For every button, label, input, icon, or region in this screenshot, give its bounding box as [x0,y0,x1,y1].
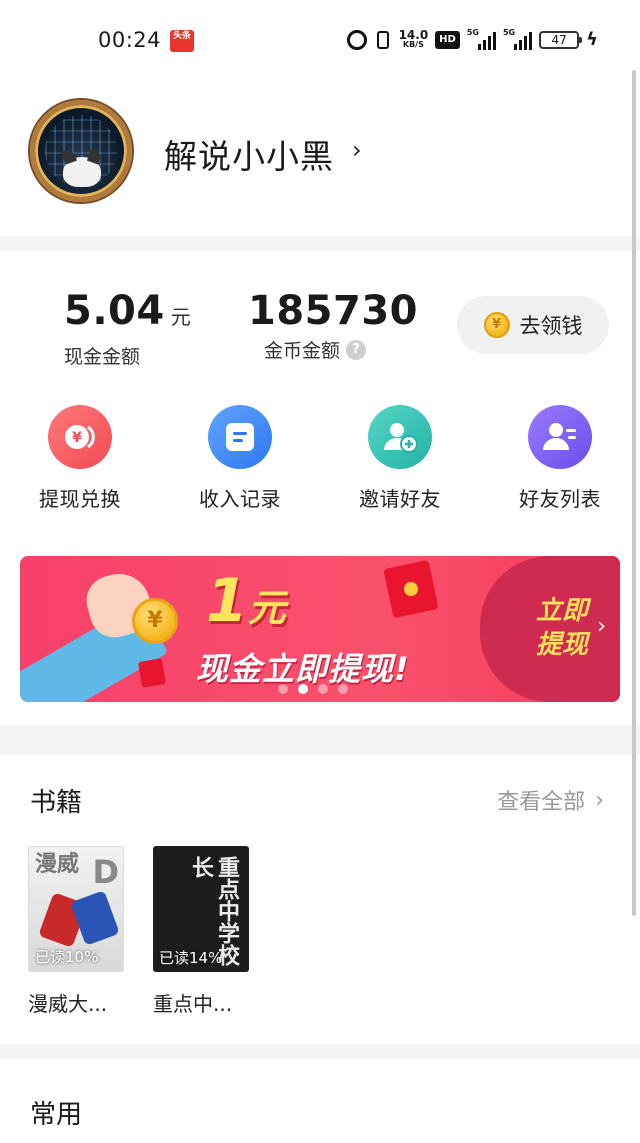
cash-value: 5.04 [64,288,165,334]
net-speed-value: 14.0 [398,28,429,42]
banner-amount-unit: 元 [247,586,286,630]
section-title: 书籍 [30,788,83,818]
help-icon[interactable]: ? [346,339,367,360]
quick-actions: ¥ 提现兑换 收入记录 邀请好友 好友列表 [0,405,640,515]
vibrate-icon [374,29,392,51]
banner-coin-icon: ¥ [132,598,178,644]
hd-voice-icon: HD [435,31,460,49]
action-invite-friends[interactable]: 邀请好友 [330,405,470,512]
get-money-label: 去领钱 [519,314,583,338]
carousel-dot[interactable] [278,684,288,694]
add-user-icon [368,405,432,469]
common-section: 常用 [0,1058,640,1143]
net-speed: 14.0 KB/S [398,28,429,50]
username[interactable]: 解说小小黑 [164,130,334,178]
read-progress: 已读14% [159,949,223,967]
book-title: 漫威大... [28,992,108,1016]
get-money-button[interactable]: ¥ 去领钱 [457,296,609,354]
banner-cta-line1: 立即 [535,596,588,626]
status-bar: 00:24 头条 14.0 KB/S HD 5G 5G 47 ϟ [0,0,640,80]
sim1-label: 5G [466,27,479,37]
coin-balance[interactable]: 185730 金币金额? [248,288,418,363]
promo-banner[interactable]: ¥ 1元 现金立即提现! 立即 提现 › [20,556,620,702]
net-speed-unit: KB/S [402,40,424,49]
wallet-card: 5.04 元 现金金额 185730 金币金额? ¥ 去领钱 ¥ 提现兑换 收入记… [0,250,640,725]
battery-icon: 47 [539,31,583,49]
banner-amount-value: 1 [206,566,248,636]
section-title: 常用 [30,1100,83,1130]
banner-cta-line2: 提现 [535,630,588,660]
book-item[interactable]: 漫威 D 已读10% 漫威大... [28,846,124,1017]
signal-sim2-icon: 5G [502,27,533,51]
book-cover-letter: D [92,853,119,891]
banner-amount: 1元 [206,566,286,643]
action-label: 收入记录 [199,487,281,511]
action-label: 好友列表 [519,487,601,511]
chevron-right-icon[interactable]: › [352,136,362,164]
chevron-right-icon: › [595,787,604,813]
see-all-link[interactable]: 查看全部 › [497,784,604,816]
sim2-label: 5G [502,27,516,37]
avatar[interactable] [30,100,132,202]
carousel-dot-active[interactable] [298,684,308,694]
charging-icon: ϟ [586,29,598,50]
user-list-icon [528,405,592,469]
coin-label: 金币金额 [264,340,341,362]
book-cover[interactable]: 重点中学校长 已读14% [153,846,249,972]
cash-balance[interactable]: 5.04 元 现金金额 [64,288,191,369]
red-packet-icon [383,559,439,619]
carousel-dot[interactable] [318,684,328,694]
coin-icon: ¥ [483,312,510,338]
cash-unit: 元 [170,305,192,329]
profile-header[interactable]: 解说小小黑 › [0,80,640,236]
book-item[interactable]: 重点中学校长 已读14% 重点中... [153,846,249,1017]
cash-label: 现金金额 [64,346,141,368]
status-time: 00:24 [98,28,162,52]
action-label: 提现兑换 [39,487,121,511]
action-withdraw[interactable]: ¥ 提现兑换 [10,405,150,512]
status-icons: 14.0 KB/S HD 5G 5G 47 ϟ [346,26,598,54]
red-packet-icon [137,658,167,688]
read-progress: 已读10% [35,948,99,966]
action-label: 邀请好友 [359,487,441,511]
alarm-icon [346,29,367,51]
books-section: 书籍 查看全部 › 漫威 D 已读10% 漫威大... 重点中学校长 已读14% … [0,754,640,1044]
carousel-indicator [278,684,348,694]
coin-value: 185730 [248,288,418,334]
scrollbar[interactable] [632,70,636,916]
book-cover[interactable]: 漫威 D 已读10% [28,846,124,972]
document-icon [208,405,272,469]
book-cover-title: 漫威 [35,852,80,877]
yuan-coin-icon: ¥ [48,405,112,469]
carousel-dot[interactable] [338,684,348,694]
signal-sim1-icon: 5G [466,27,496,51]
banner-cta[interactable]: 立即 提现 [536,594,588,662]
chevron-right-icon: › [597,614,606,639]
book-title: 重点中... [153,992,233,1016]
svg-text:¥: ¥ [72,430,82,446]
see-all-label: 查看全部 [497,790,586,815]
toutiao-app-icon: 头条 [170,30,194,52]
action-friend-list[interactable]: 好友列表 [490,405,630,512]
action-income-record[interactable]: 收入记录 [170,405,310,512]
